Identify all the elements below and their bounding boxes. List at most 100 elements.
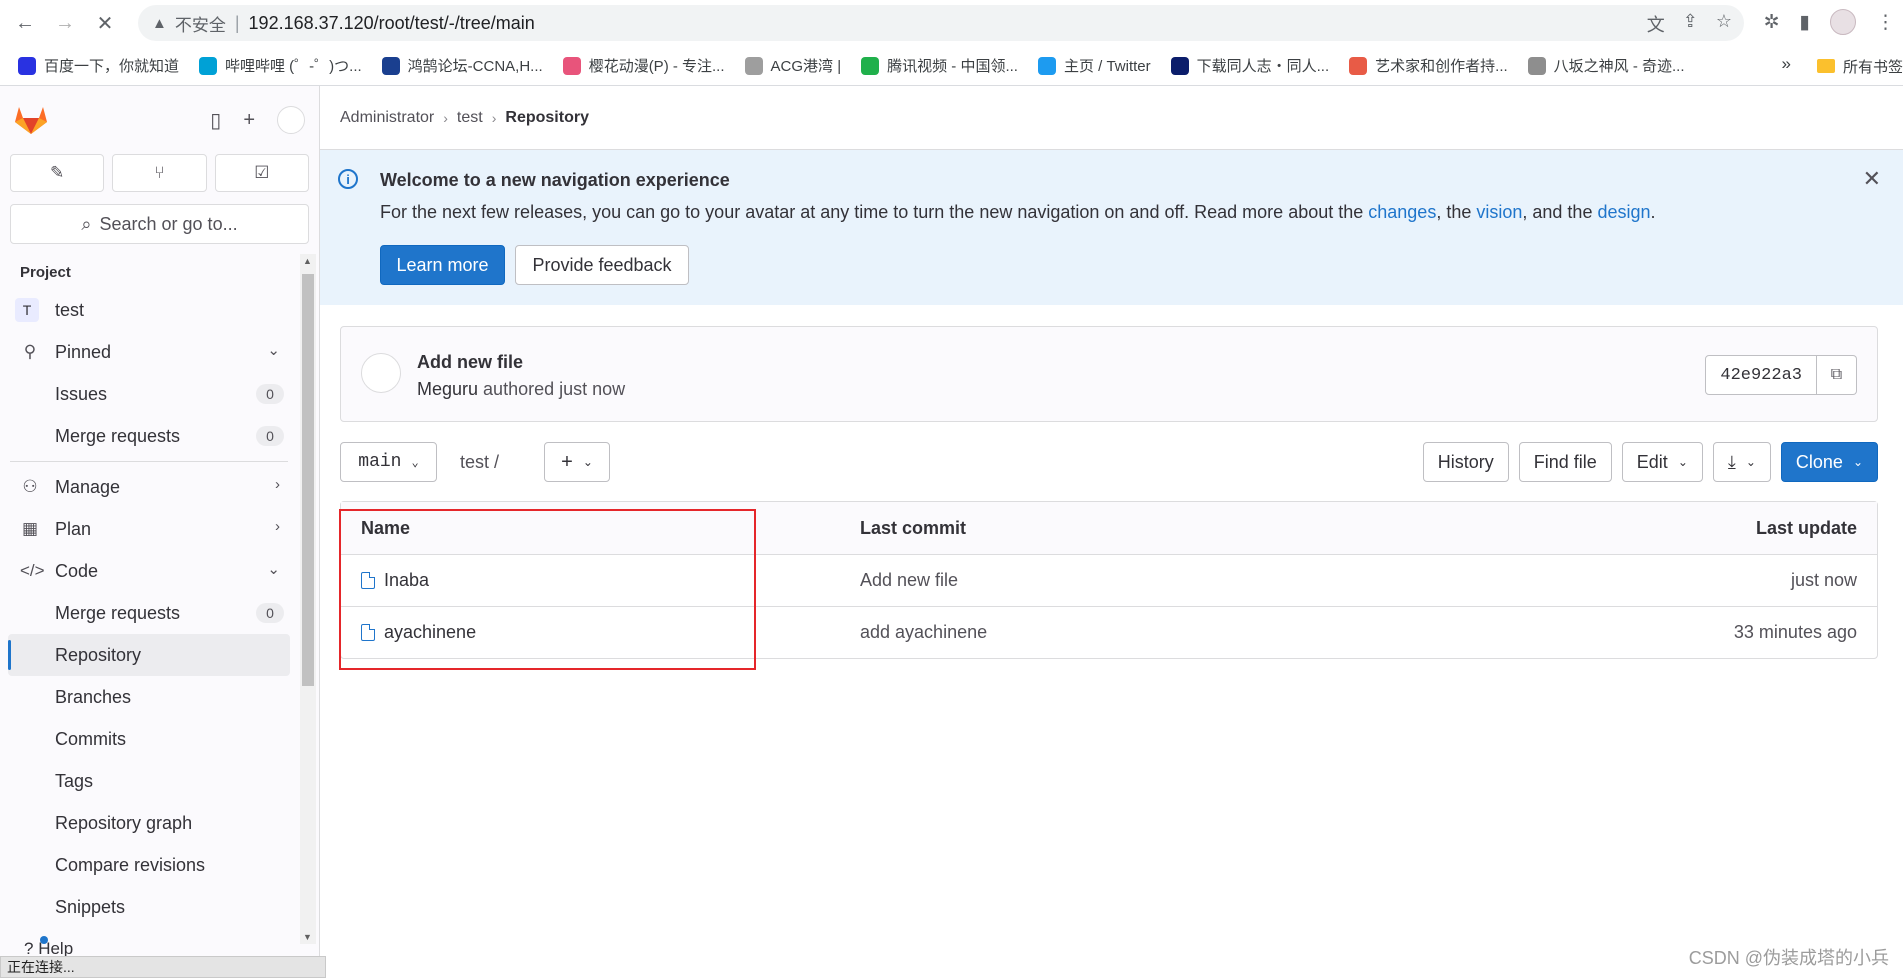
learn-more-button[interactable]: Learn more [380, 245, 505, 285]
todos-tile[interactable]: ☑ [214, 154, 309, 192]
bookmark-item[interactable]: 腾讯视频 - 中国领... [861, 55, 1018, 76]
url-text[interactable]: 192.168.37.120/root/test/-/tree/main [249, 13, 535, 34]
commit-message-link[interactable]: Add new file [860, 570, 958, 591]
bookmark-item[interactable]: 八坂之神风 - 奇迹... [1527, 55, 1685, 76]
clone-button[interactable]: Clone ⌄ [1780, 442, 1878, 482]
back-button[interactable]: ← [10, 8, 40, 38]
download-dropdown-button[interactable]: ⤓ ⌄ [1712, 442, 1771, 482]
sidebar-item-plan[interactable]: ▦ Plan › [0, 508, 298, 550]
banner-text: , and the [1522, 202, 1598, 222]
issues-tile[interactable]: ✎ [10, 154, 105, 192]
todo-icon: ☑ [254, 163, 270, 182]
extensions-icon[interactable]: ✲ [1764, 11, 1780, 34]
sidebar-item-tags[interactable]: Tags [0, 760, 298, 802]
browser-toolbar: ← → ✕ ▲ 不安全 | 192.168.37.120/root/test/-… [0, 0, 1903, 46]
sidebar-item-merge-requests[interactable]: Merge requests 0 [0, 592, 298, 634]
share-icon[interactable]: ⇪ [1683, 11, 1698, 37]
bookmark-label: 哔哩哔哩 (゜-゜)つ... [225, 58, 362, 75]
commit-title[interactable]: Add new file [417, 352, 523, 373]
branch-selector[interactable]: main ⌄ [340, 442, 437, 482]
add-dropdown-button[interactable]: + ⌄ [544, 442, 610, 482]
bookmark-item[interactable]: 主页 / Twitter [1037, 55, 1151, 76]
sidebar-item-project[interactable]: T test [0, 289, 298, 331]
commit-sha[interactable]: 42e922a3 [1705, 355, 1817, 395]
sidebar-item-commits[interactable]: Commits [0, 718, 298, 760]
close-icon[interactable]: ✕ [1863, 166, 1881, 192]
bookmark-item[interactable]: 哔哩哔哩 (゜-゜)つ... [199, 55, 362, 76]
bookmark-label: 腾讯视频 - 中国领... [887, 58, 1018, 75]
sidebar-item-snippets[interactable]: Snippets [0, 886, 298, 928]
commit-author[interactable]: Meguru [417, 379, 478, 399]
copy-icon[interactable]: ⧉ [1817, 355, 1857, 395]
gitlab-logo-icon[interactable] [14, 103, 48, 135]
toolbar-actions: History Find file Edit ⌄ ⤓ ⌄ Clone ⌄ [1422, 442, 1878, 482]
commit-author-avatar[interactable] [361, 353, 401, 393]
provide-feedback-button[interactable]: Provide feedback [515, 245, 689, 285]
sidebar-scrollbar[interactable]: ▲ ▼ [300, 254, 316, 944]
chevron-down-icon: ⌄ [1745, 455, 1756, 469]
toggle-sidebar-icon[interactable]: ▯ [210, 108, 221, 133]
bookmark-item[interactable]: 下载同人志・同人... [1170, 55, 1329, 76]
edit-dropdown-button[interactable]: Edit ⌄ [1621, 442, 1703, 482]
breadcrumb-item[interactable]: test [457, 109, 483, 127]
sidebar-item-compare-revisions[interactable]: Compare revisions [0, 844, 298, 886]
breadcrumb-item[interactable]: Administrator [340, 109, 434, 127]
updated-time: 33 minutes ago [1733, 622, 1857, 642]
side-panel-icon[interactable]: ▮ [1800, 11, 1810, 34]
bookmark-favicon-icon [562, 56, 581, 75]
sidebar-item-label: Commits [55, 728, 126, 749]
user-avatar[interactable] [277, 106, 305, 134]
scrollbar-thumb[interactable] [302, 274, 314, 686]
sidebar-item-manage[interactable]: ⚇ Manage › [0, 466, 298, 508]
menu-dots-icon[interactable]: ⋮ [1876, 11, 1895, 34]
sidebar-item-issues[interactable]: Issues 0 [0, 373, 298, 415]
star-icon[interactable]: ☆ [1716, 11, 1732, 37]
bookmark-item[interactable]: 鸿鹄论坛-CCNA,H... [381, 55, 543, 76]
bookmark-item[interactable]: 百度一下，你就知道 [18, 55, 179, 76]
history-button[interactable]: History [1422, 442, 1509, 482]
chevron-down-icon: ⌄ [1852, 455, 1863, 469]
bookmark-item[interactable]: ACG港湾 | [744, 55, 841, 76]
search-or-go-to-button[interactable]: ⌕ Search or go to... [10, 204, 309, 244]
design-link[interactable]: design [1597, 202, 1650, 222]
sidebar-header: ▯ + [0, 86, 319, 154]
profile-avatar[interactable] [1830, 9, 1856, 35]
highlight-annotation-box [339, 509, 756, 670]
commit-message-link[interactable]: add ayachinene [860, 622, 987, 643]
forward-button[interactable]: → [50, 8, 80, 38]
sidebar-item-label: Tags [55, 770, 94, 791]
sidebar-item-code[interactable]: </> Code ⌄ [0, 550, 298, 592]
chevron-down-icon: ⌄ [267, 561, 280, 578]
chevron-right-icon: › [275, 518, 280, 535]
bookmark-favicon-icon [199, 56, 218, 75]
sidebar-item-repository[interactable]: Repository [8, 634, 290, 676]
stop-loading-button[interactable]: ✕ [90, 8, 120, 38]
path-root[interactable]: test [460, 452, 489, 472]
sidebar-item-pinned[interactable]: ⚲ Pinned ⌄ [0, 331, 298, 373]
bookmark-item[interactable]: 艺术家和创作者持... [1349, 55, 1508, 76]
find-file-button[interactable]: Find file [1518, 442, 1612, 482]
vision-link[interactable]: vision [1476, 202, 1522, 222]
translate-icon[interactable]: 文 [1647, 11, 1665, 37]
code-icon: </> [20, 561, 45, 580]
merge-requests-tile[interactable]: ⑂ [112, 154, 207, 192]
breadcrumb-current[interactable]: Repository [505, 109, 589, 127]
sidebar-item-branches[interactable]: Branches [0, 676, 298, 718]
sidebar-nav: Project T test ⚲ Pinned ⌄ Issues 0 Merge… [0, 248, 298, 948]
breadcrumb-separator-icon: › [491, 109, 497, 126]
plus-icon[interactable]: + [243, 109, 255, 132]
scroll-up-icon[interactable]: ▲ [303, 256, 312, 266]
sidebar-item-repository-graph[interactable]: Repository graph [0, 802, 298, 844]
changes-link[interactable]: changes [1368, 202, 1436, 222]
bookmark-item[interactable]: 樱花动漫(P) - 专注... [562, 55, 725, 76]
sidebar-item-merge-requests-pinned[interactable]: Merge requests 0 [0, 415, 298, 457]
last-commit-card: Add new file Meguru authored just now 42… [340, 326, 1878, 422]
address-bar-icons: 文 ⇪ ☆ [1647, 11, 1732, 37]
all-bookmarks-folder[interactable]: 所有书签 [1806, 46, 1903, 85]
sidebar-item-label: Snippets [55, 896, 126, 917]
address-bar[interactable]: ▲ 不安全 | 192.168.37.120/root/test/-/tree/… [138, 5, 1744, 41]
sidebar-item-label: Manage [55, 476, 121, 497]
banner-body: For the next few releases, you can go to… [380, 202, 1656, 223]
bookmarks-overflow-button[interactable]: » [1782, 54, 1791, 74]
scroll-down-icon[interactable]: ▼ [303, 932, 312, 942]
